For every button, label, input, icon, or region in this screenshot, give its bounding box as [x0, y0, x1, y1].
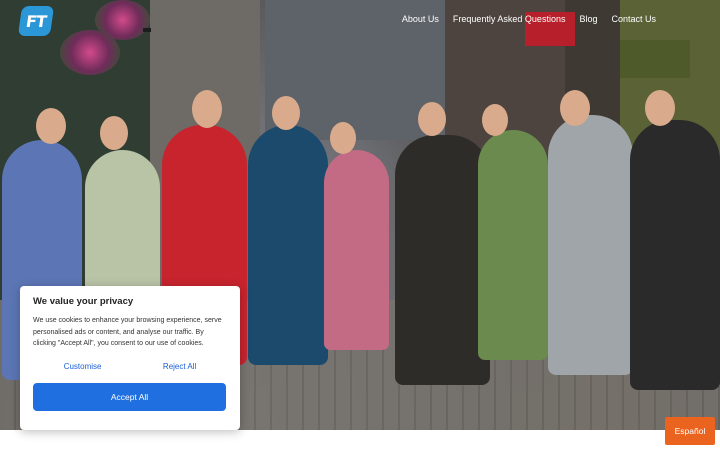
reject-all-button[interactable]: Reject All: [163, 362, 196, 371]
person: [548, 115, 633, 375]
cookie-banner: We value your privacy We use cookies to …: [20, 286, 240, 430]
logo[interactable]: FT: [17, 6, 55, 36]
person: [478, 130, 548, 360]
accept-all-button[interactable]: Accept All: [33, 382, 226, 411]
flower-basket: [95, 0, 150, 40]
person-head: [36, 108, 66, 144]
nav-blog[interactable]: Blog: [579, 14, 597, 24]
nav-about-us[interactable]: About Us: [402, 14, 439, 24]
language-switch-button[interactable]: Español: [665, 417, 715, 445]
person-head: [272, 96, 300, 130]
shop-sign: [620, 40, 690, 78]
person-head: [482, 104, 508, 136]
page: FT About Us Frequently Asked Questions B…: [0, 0, 720, 450]
cookie-banner-text: We use cookies to enhance your browsing …: [33, 317, 222, 348]
cookie-banner-title: We value your privacy: [33, 296, 134, 307]
person-head: [560, 90, 590, 126]
person-head: [192, 90, 222, 128]
logo-mark: FT: [24, 11, 48, 31]
shop-sign: [143, 28, 151, 32]
cookie-secondary-actions: Customise Reject All: [33, 362, 227, 371]
person: [248, 125, 328, 365]
main-nav: About Us Frequently Asked Questions Blog…: [402, 14, 656, 24]
person-head: [645, 90, 675, 126]
nav-contact-us[interactable]: Contact Us: [611, 14, 656, 24]
person: [324, 150, 389, 350]
person-head: [330, 122, 356, 154]
person-head: [100, 116, 128, 150]
person: [630, 120, 720, 390]
nav-faq[interactable]: Frequently Asked Questions: [453, 14, 566, 24]
person: [395, 135, 490, 385]
customise-button[interactable]: Customise: [64, 362, 102, 371]
person-head: [418, 102, 446, 136]
